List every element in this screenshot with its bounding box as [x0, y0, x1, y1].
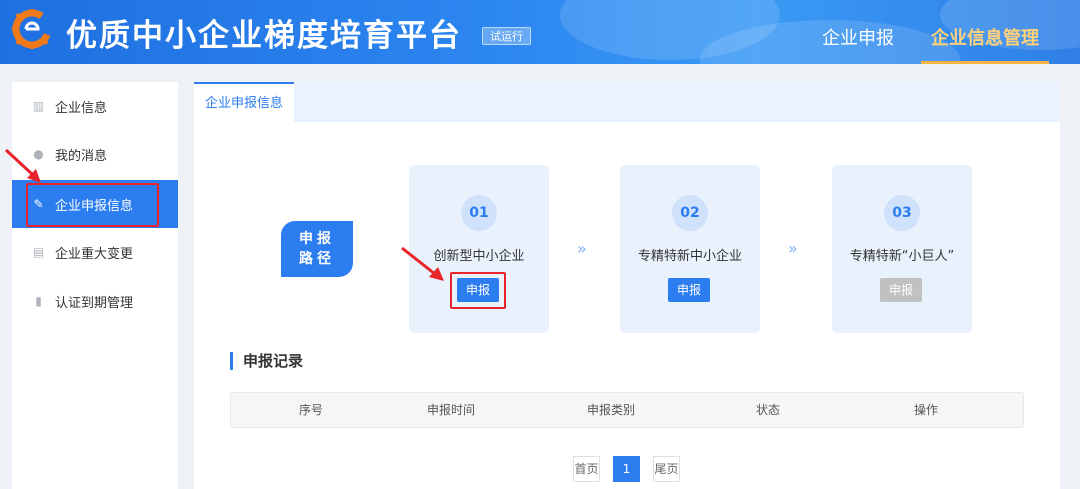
records-table-header: 序号 申报时间 申报类别 状态 操作: [230, 392, 1024, 428]
sidebar-item-label: 企业申报信息: [55, 198, 134, 214]
column-header: 申报时间: [426, 403, 475, 417]
document-icon: ▤: [32, 244, 45, 259]
path-label-line2: 路径: [299, 251, 335, 267]
step-name: 专精特新中小企业: [637, 249, 742, 264]
sidebar-item-label: 企业信息: [55, 100, 108, 116]
site-title: 优质中小企业梯度培育平台: [66, 18, 462, 54]
sidebar-item-major-changes[interactable]: ▤ 企业重大变更: [12, 228, 178, 276]
step-name: 专精特新“小巨人”: [849, 249, 955, 264]
application-path-label: 申报 路径: [281, 221, 353, 277]
apply-button-innovative[interactable]: 申报: [457, 278, 499, 302]
sidebar-item-certification-expiry[interactable]: ▮ 认证到期管理: [12, 277, 178, 325]
pager-last-button[interactable]: 尾页: [653, 456, 680, 482]
step-number: 02: [672, 195, 708, 231]
main-panel: 企业申报信息 申报 路径 01 创新型中小企业 申报 » 02 专精特新中小企业…: [194, 82, 1060, 489]
beta-badge: 试运行: [482, 27, 531, 45]
sidebar-item-my-messages[interactable]: ● 我的消息: [12, 130, 178, 178]
pager-first-button[interactable]: 首页: [573, 456, 600, 482]
platform-logo-icon[interactable]: [12, 9, 52, 49]
sidebar-item-label: 认证到期管理: [55, 295, 134, 311]
step-number: 01: [461, 195, 497, 231]
tab-apply-info[interactable]: 企业申报信息: [194, 82, 295, 122]
sidebar-item-enterprise-info[interactable]: ▥ 企业信息: [12, 82, 178, 130]
chevron-double-right-icon: »: [577, 239, 587, 258]
column-header: 操作: [913, 403, 938, 417]
nav-enterprise-apply[interactable]: 企业申报: [822, 0, 894, 64]
pager-page-button[interactable]: 1: [613, 456, 640, 482]
apply-button-specialized[interactable]: 申报: [668, 278, 710, 302]
tab-bar: 企业申报信息: [194, 82, 1060, 122]
message-icon: ●: [33, 146, 44, 161]
step-card-3: 03 专精特新“小巨人” 申报: [832, 165, 972, 333]
step-card-2: 02 专精特新中小企业 申报: [620, 165, 760, 333]
step-card-1: 01 创新型中小企业 申报: [409, 165, 549, 333]
records-section-title: 申报记录: [230, 352, 303, 370]
apply-button-little-giant[interactable]: 申报: [880, 278, 922, 302]
step-name: 创新型中小企业: [433, 249, 525, 264]
step-number: 03: [884, 195, 920, 231]
sidebar: ▥ 企业信息 ● 我的消息 ✎ 企业申报信息 ▤ 企业重大变更 ▮ 认证到期管理: [12, 82, 178, 489]
sidebar-item-label: 企业重大变更: [55, 246, 134, 262]
column-header: 序号: [298, 403, 323, 417]
top-header: 优质中小企业梯度培育平台 试运行 企业申报 企业信息管理: [0, 0, 1080, 64]
path-label-line1: 申报: [299, 231, 335, 247]
sidebar-item-apply-info[interactable]: ✎ 企业申报信息: [12, 180, 178, 228]
edit-document-icon: ✎: [33, 196, 44, 211]
sidebar-item-label: 我的消息: [55, 148, 108, 164]
nav-enterprise-info-management[interactable]: 企业信息管理: [921, 0, 1049, 64]
building-icon: ▥: [32, 98, 45, 113]
column-header: 状态: [755, 403, 780, 417]
bookmark-icon: ▮: [35, 293, 42, 308]
chevron-double-right-icon: »: [788, 239, 798, 258]
column-header: 申报类别: [586, 403, 635, 417]
